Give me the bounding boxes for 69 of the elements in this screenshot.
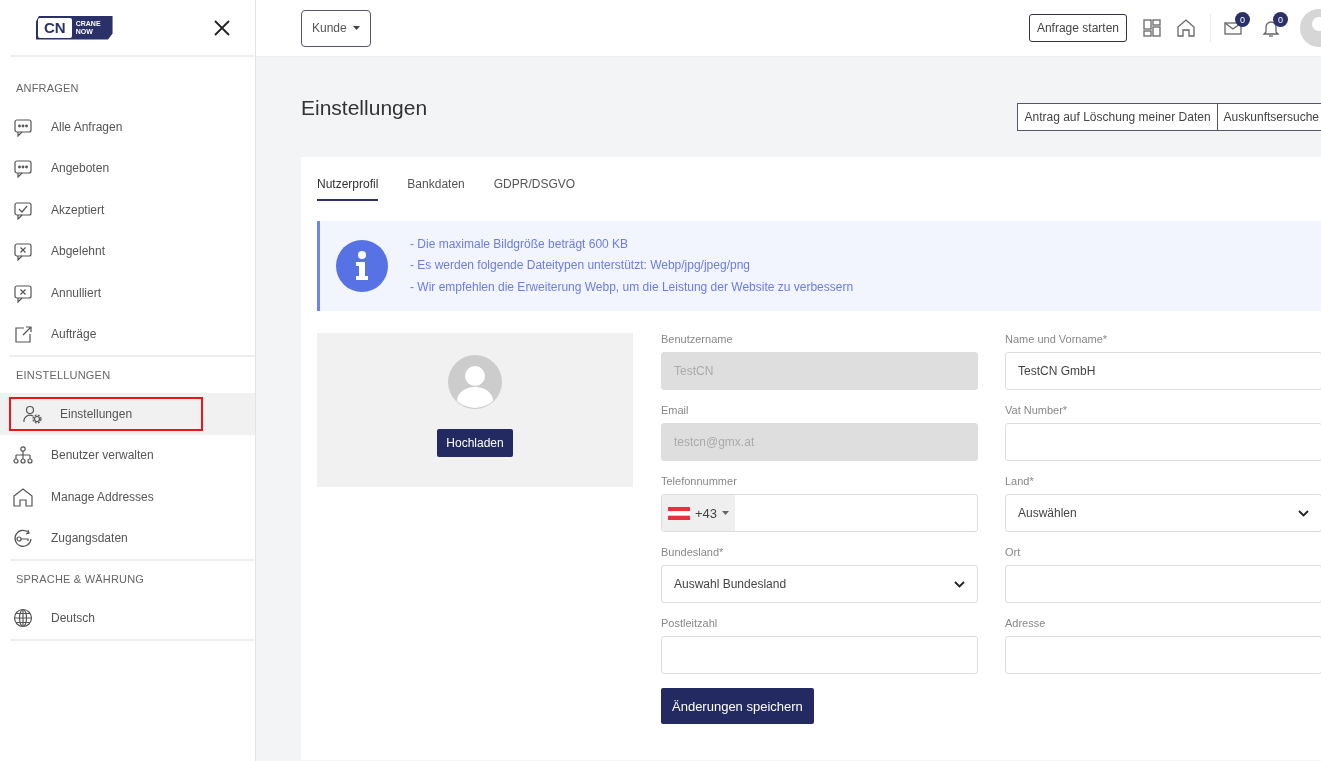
chevron-down-icon: [954, 580, 965, 588]
caret-icon: [352, 26, 360, 30]
field-label: Ort: [1005, 546, 1022, 558]
select-field[interactable]: Auswahl Bundesland: [661, 565, 978, 603]
key-icon: [12, 528, 34, 549]
count-badge: 0: [1273, 12, 1288, 27]
dashboard-icon[interactable]: [1142, 18, 1162, 38]
info-text: - Wir empfehlen die Erweiterung Webp, um die Leistung der Website zu verbessern: [410, 278, 854, 296]
bell-icon[interactable]: [1261, 18, 1281, 38]
sidebar-item[interactable]: Einstellungen: [0, 393, 255, 435]
input-field[interactable]: TestCN GmbH: [1005, 352, 1321, 390]
check-icon: [12, 199, 34, 220]
cross-icon: [12, 241, 34, 262]
save-button[interactable]: Änderungen speichern: [661, 688, 814, 724]
field-label: Benutzername: [661, 333, 734, 345]
tab[interactable]: Nutzerprofil: [317, 177, 379, 201]
field-label: Vat Number*: [1005, 404, 1069, 416]
cross-icon: [12, 282, 34, 303]
field-label: Land*: [1005, 475, 1035, 487]
select-field[interactable]: Auswählen: [1005, 494, 1321, 532]
start-request-button[interactable]: Anfrage starten: [1028, 14, 1127, 42]
field-label: Name und Vorname*: [1005, 333, 1109, 345]
globe-icon: [12, 607, 34, 628]
phone-field[interactable]: +43: [661, 494, 978, 532]
sidebar-item[interactable]: Akzeptiert: [0, 189, 255, 231]
chat-icon: [12, 158, 34, 179]
sidebar-item[interactable]: Angeboten: [0, 147, 255, 189]
sidebar-item[interactable]: Alle Anfragen: [0, 106, 255, 148]
sidebar-item[interactable]: Manage Addresses: [0, 476, 255, 518]
sidebar-item[interactable]: Aufträge: [0, 313, 255, 355]
count-badge: 0: [1235, 12, 1250, 27]
info-text: - Es werden folgende Dateitypen unterstützt: Webp/jpg/jpeg/png: [410, 257, 751, 275]
delete-data-button[interactable]: Antrag auf Löschung meiner Daten: [1017, 103, 1218, 131]
input-field[interactable]: [661, 636, 978, 674]
external-link-icon: [12, 324, 34, 345]
section-heading: ANFRAGEN: [15, 81, 80, 96]
field-label: Postleitzahl: [661, 617, 719, 629]
close-icon[interactable]: [213, 18, 231, 37]
section-heading: EINSTELLUNGEN: [15, 368, 112, 383]
user-gear-icon: [21, 403, 43, 424]
chevron-down-icon: [1298, 509, 1309, 517]
input-field[interactable]: [1005, 565, 1321, 603]
field-label: Email: [661, 404, 690, 416]
field-label: Adresse: [1005, 617, 1047, 629]
role-dropdown[interactable]: Kunde: [301, 9, 371, 47]
tab[interactable]: GDPR/DSGVO: [493, 177, 576, 201]
sidebar-item[interactable]: Benutzer verwalten: [0, 434, 255, 476]
caret-icon: [722, 511, 730, 515]
field-label: Bundesland*: [661, 546, 725, 558]
sidebar-item[interactable]: Zugangsdaten: [0, 517, 255, 559]
avatar-icon: [448, 355, 502, 409]
info-icon: [336, 240, 388, 292]
tab[interactable]: Bankdaten: [407, 177, 465, 201]
flag-icon: [668, 506, 690, 520]
input-field[interactable]: [1005, 423, 1321, 461]
home-icon[interactable]: [1176, 18, 1196, 38]
sidebar-item[interactable]: Deutsch: [0, 597, 255, 639]
input-field[interactable]: [1005, 636, 1321, 674]
page-title: Einstellungen: [301, 96, 428, 120]
home-icon: [12, 486, 34, 507]
field-label: Telefonnummer: [661, 475, 738, 487]
chat-icon: [12, 116, 34, 137]
upload-button[interactable]: Hochladen: [437, 429, 513, 457]
information-request-button[interactable]: Auskunftsersuche: [1217, 103, 1321, 131]
hierarchy-icon: [12, 445, 34, 466]
sidebar-item[interactable]: Abgelehnt: [0, 230, 255, 272]
sidebar-item[interactable]: Annulliert: [0, 272, 255, 314]
info-text: - Die maximale Bildgröße beträgt 600 KB: [410, 235, 630, 253]
section-heading: SPRACHE & WÄHRUNG: [15, 572, 146, 587]
